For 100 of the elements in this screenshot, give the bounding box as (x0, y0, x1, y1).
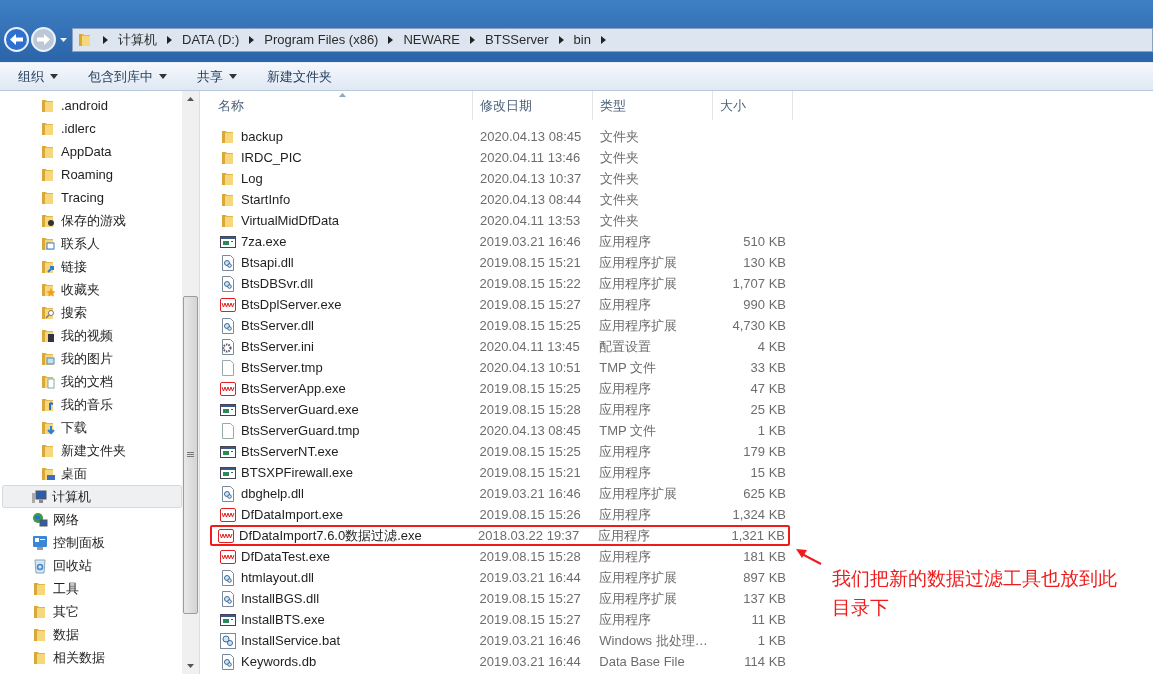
scrollbar[interactable] (182, 91, 199, 674)
nav-item[interactable]: 控制面板 (2, 531, 182, 554)
nav-item[interactable]: 我的图片 (2, 347, 182, 370)
column-header[interactable]: 大小 (713, 91, 793, 120)
nav-item[interactable]: 计算机 (2, 485, 182, 508)
modified-date: 2020.04.13 10:37 (479, 169, 583, 188)
file-row[interactable]: BtsServerGuard.exe 2019.08.15 15:28 应用程序 25 KB (212, 399, 788, 420)
toolbar-button[interactable]: 组织 (10, 64, 66, 89)
toolbar-button[interactable]: 共享 (189, 64, 245, 89)
address-bar[interactable]: 计算机 DATA (D:) Program Files (x86) NEWARE BTSServer bin (72, 28, 1153, 52)
file-row[interactable]: dbghelp.dll 2019.03.21 16:46 应用程序扩展 625 KB (212, 483, 788, 504)
nav-item[interactable]: 数据 (2, 623, 182, 646)
file-row[interactable]: BtsServerGuard.tmp 2020.04.13 08:45 TMP 文件 1 KB (212, 420, 788, 441)
back-button[interactable] (4, 27, 29, 52)
arrow-left-icon (10, 34, 23, 45)
breadcrumb-segment[interactable]: BTSServer (485, 30, 549, 50)
file-name: IRDC_PIC (241, 148, 302, 167)
nav-item[interactable]: 搜索 (2, 301, 182, 324)
file-row[interactable]: Log 2020.04.13 10:37 文件夹 (212, 168, 788, 189)
nav-item[interactable]: 新建文件夹 (2, 439, 182, 462)
file-row[interactable]: DfDataTest.exe 2019.08.15 15:28 应用程序 181 KB (212, 546, 788, 567)
column-header[interactable]: 类型 (593, 91, 713, 120)
modified-date: 2019.03.21 16:44 (478, 652, 582, 671)
file-row[interactable]: BtsServer.dll 2019.08.15 15:25 应用程序扩展 4,730 KB (212, 315, 788, 336)
breadcrumb-segment[interactable]: NEWARE (403, 30, 460, 50)
file-row[interactable]: BTSXPFirewall.exe 2019.08.15 15:21 应用程序 15 KB (212, 462, 788, 483)
nav-item[interactable]: 其它 (2, 600, 182, 623)
nav-item[interactable]: .idlerc (2, 117, 182, 140)
nav-item[interactable]: 收藏夹 (2, 278, 182, 301)
file-row[interactable]: BtsServerNT.exe 2019.08.15 15:25 应用程序 179 KB (212, 441, 788, 462)
forward-button[interactable] (31, 27, 56, 52)
scroll-up-icon (187, 97, 194, 101)
file-row[interactable]: BtsDBSvr.dll 2019.08.15 15:22 应用程序扩展 1,707 KB (212, 273, 788, 294)
file-name: BtsDBSvr.dll (241, 274, 314, 293)
file-name: 7za.exe (241, 232, 287, 251)
breadcrumb-segment[interactable]: DATA (D:) (182, 30, 240, 50)
file-type: 应用程序 (598, 505, 653, 524)
breadcrumb-segment[interactable]: Program Files (x86) (264, 30, 379, 50)
file-row[interactable]: InstallBTS.exe 2019.08.15 15:27 应用程序 11 KB (212, 609, 788, 630)
nav-item[interactable]: 下载 (2, 416, 182, 439)
file-row[interactable]: BtsDplServer.exe 2019.08.15 15:27 应用程序 990 KB (212, 294, 788, 315)
column-header[interactable]: 修改日期 (473, 91, 593, 120)
folder-icon (220, 212, 236, 229)
nav-item[interactable]: 我的视频 (2, 324, 182, 347)
modified-date: 2019.03.21 16:46 (478, 484, 582, 503)
file-row[interactable]: InstallService.bat 2019.03.21 16:46 Windows 批处理… 1 KB (212, 630, 788, 651)
breadcrumb-segment[interactable]: bin (573, 30, 591, 50)
file-row[interactable]: BtsServer.ini 2020.04.11 13:45 配置设置 4 KB (212, 336, 788, 357)
caret-icon (50, 74, 58, 79)
file-size: 1,707 KB (731, 274, 786, 293)
nav-item[interactable]: Roaming (2, 163, 182, 186)
nav-item[interactable]: Tracing (2, 186, 182, 209)
nav-item[interactable]: 相关数据 (2, 646, 182, 669)
file-name: BtsServerGuard.tmp (241, 421, 360, 440)
caret-icon (59, 37, 67, 42)
recycle-bin-icon (32, 557, 48, 574)
file-row[interactable]: backup 2020.04.13 08:45 文件夹 (212, 126, 788, 147)
file-type: 应用程序 (598, 400, 653, 419)
nav-item[interactable]: 桌面 (2, 462, 182, 485)
nav-item[interactable]: 回收站 (2, 554, 182, 577)
toolbar-button[interactable]: 新建文件夹 (259, 64, 340, 89)
nav-item[interactable]: 保存的游戏 (2, 209, 182, 232)
file-row[interactable]: htmlayout.dll 2019.03.21 16:44 应用程序扩展 897 KB (212, 567, 788, 588)
modified-date: 2019.08.15 15:28 (478, 547, 582, 566)
nav-item[interactable]: 我的文档 (2, 370, 182, 393)
file-row[interactable]: IRDC_PIC 2020.04.11 13:46 文件夹 (212, 147, 788, 168)
toolbar-button[interactable]: 包含到库中 (80, 64, 175, 89)
file-row[interactable]: StartInfo 2020.04.13 08:44 文件夹 (212, 189, 788, 210)
file-row[interactable]: Btsapi.dll 2019.08.15 15:21 应用程序扩展 130 KB (212, 252, 788, 273)
modified-date: 2019.03.21 16:44 (478, 568, 582, 587)
file-size: 137 KB (742, 589, 786, 608)
nav-item[interactable]: 联系人 (2, 232, 182, 255)
modified-date: 2020.04.13 08:44 (479, 190, 583, 209)
highlighted-file-row[interactable]: DfDataImport7.6.0数据过滤.exe 2018.03.22 19:37 应用程序 1,321 KB (210, 525, 790, 546)
file-type: 文件夹 (599, 169, 640, 188)
file-row[interactable]: 7za.exe 2019.03.21 16:46 应用程序 510 KB (212, 231, 788, 252)
folder-icon (32, 626, 48, 643)
folder-icon (220, 170, 236, 187)
scroll-down-icon (187, 664, 194, 668)
file-name: BtsServer.dll (241, 316, 314, 335)
file-row[interactable]: Keywords.db 2019.03.21 16:44 Data Base File 114 KB (212, 651, 788, 672)
nav-item[interactable]: 链接 (2, 255, 182, 278)
file-row[interactable]: BtsServerApp.exe 2019.08.15 15:25 应用程序 47 KB (212, 378, 788, 399)
file-size: 181 KB (742, 547, 786, 566)
nav-item[interactable]: 网络 (2, 508, 182, 531)
nav-item[interactable]: AppData (2, 140, 182, 163)
modified-date: 2019.08.15 15:25 (478, 442, 582, 461)
file-row[interactable]: DfDataImport.exe 2019.08.15 15:26 应用程序 1,324 KB (212, 504, 788, 525)
file-row[interactable]: VirtualMidDfData 2020.04.11 13:53 文件夹 (212, 210, 788, 231)
nav-item[interactable]: .android (2, 94, 182, 117)
gear-file-icon (220, 569, 236, 586)
breadcrumb-segment[interactable]: 计算机 (118, 30, 157, 50)
file-type: Windows 批处理… (598, 631, 709, 650)
nav-item[interactable]: 工具 (2, 577, 182, 600)
file-row[interactable]: InstallBGS.dll 2019.08.15 15:27 应用程序扩展 137 KB (212, 588, 788, 609)
file-type: 应用程序扩展 (598, 484, 679, 503)
nav-item[interactable]: 我的音乐 (2, 393, 182, 416)
waveform-icon (220, 506, 236, 523)
scrollbar-thumb[interactable] (183, 296, 198, 614)
file-row[interactable]: BtsServer.tmp 2020.04.13 10:51 TMP 文件 33 KB (212, 357, 788, 378)
